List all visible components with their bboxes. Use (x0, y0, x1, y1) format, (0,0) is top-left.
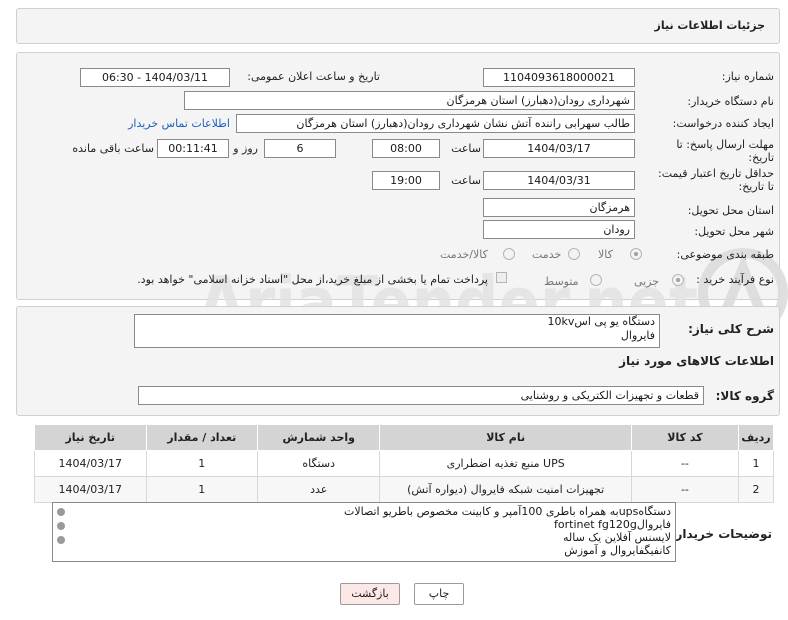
process-label: نوع فرآیند خرید : (696, 273, 774, 286)
buyer-notes-field[interactable]: دستگاهupsبه همراه باطری 100آمپر و کابینت… (52, 502, 676, 562)
cell-name: تجهیزات امنیت شبکه فایروال (دیواره آتش) (379, 476, 632, 503)
cell-date: 1404/03/17 (34, 476, 147, 503)
col-header-unit: واحد شمارش (256, 424, 381, 451)
buyer-notes-line: دستگاهupsبه همراه باطری 100آمپر و کابینت… (343, 505, 671, 518)
province-label: استان محل تحویل: (687, 204, 774, 217)
price-validity-label-line2: تا تاریخ: (738, 180, 774, 193)
items-table: تاریخ نیاز تعداد / مقدار واحد شمارش واحد… (34, 424, 775, 503)
category-option-service: خدمت (532, 248, 562, 261)
payment-checkbox[interactable] (496, 272, 507, 283)
cell-row: 2 (737, 476, 775, 503)
description-line: فایروال (620, 329, 655, 342)
deadline-days-label: روز و (233, 142, 258, 155)
need-number-label: شماره نیاز: (721, 70, 774, 83)
print-button[interactable]: چاپ (414, 583, 464, 605)
col-header-code: کد کالا (630, 424, 739, 451)
need-details-page: جزئیات اطلاعات نیاز AriaTender.net شماره… (0, 0, 788, 620)
remaining-time-field[interactable]: 00:11:41 (157, 139, 229, 158)
page-title: جزئیات اطلاعات نیاز (654, 19, 766, 32)
description-label: شرح کلی نیاز: (688, 322, 774, 336)
scroll-dot-icon (57, 508, 65, 516)
col-header-qty: تعداد / مقدار (145, 424, 258, 451)
deadline-time-label: ساعت (451, 142, 481, 155)
cell-qty: 1 (145, 476, 258, 503)
buyer-notes-line: لایسنس آفلاین یک ساله (562, 531, 671, 544)
announce-label: تاریخ و ساعت اعلان عمومی: (247, 70, 380, 83)
col-header-name: نام کالا (379, 424, 632, 451)
creator-field[interactable]: طالب سهرابی راننده آتش نشان شهرداری رودا… (236, 114, 635, 133)
category-radio-service[interactable] (568, 248, 580, 260)
scroll-dot-icon (57, 522, 65, 530)
deadline-time-field[interactable]: 08:00 (372, 139, 440, 158)
announce-field[interactable]: 1404/03/11 - 06:30 (80, 68, 230, 87)
price-validity-label-line1: حداقل تاریخ اعتبار قیمت: (658, 167, 774, 180)
deadline-label-line2: تاریخ: (748, 151, 774, 164)
deadline-label-line1: مهلت ارسال پاسخ: تا (676, 138, 774, 151)
cell-row: 1 (737, 450, 775, 477)
scroll-dot-icon (57, 536, 65, 544)
cell-unit: عدد (256, 476, 381, 503)
goods-group-label: گروه کالا: (715, 389, 774, 403)
buyer-notes-label: توضیحات خریدار: (670, 527, 772, 541)
creator-label: ایجاد کننده درخواست: (672, 117, 774, 130)
cell-unit: دستگاه (256, 450, 381, 477)
deadline-date-field[interactable]: 1404/03/17 (483, 139, 635, 158)
buyer-label: نام دستگاه خریدار: (687, 95, 774, 108)
category-option-goods-service: کالا/خدمت (440, 248, 488, 261)
table-row[interactable]: 1404/03/17 1 دستگاه منبع تغذیه اضطراری U… (34, 450, 775, 477)
process-option-medium: متوسط (544, 275, 579, 288)
need-number-field[interactable]: 1104093618000021 (483, 68, 635, 87)
category-option-goods: کالا (598, 248, 613, 261)
city-field[interactable]: رودان (483, 220, 635, 239)
buyer-field[interactable]: شهرداری رودان(دهبارز) استان هرمزگان (184, 91, 635, 110)
table-row[interactable]: 1404/03/17 1 عدد تجهیزات امنیت شبکه فایر… (34, 476, 775, 503)
notes-scrollbar[interactable] (54, 504, 68, 560)
cell-code: -- (630, 450, 739, 477)
table-header-row: تاریخ نیاز تعداد / مقدار واحد شمارش واحد… (34, 424, 775, 451)
price-validity-date-field[interactable]: 1404/03/31 (483, 171, 635, 190)
category-radio-goods[interactable] (630, 248, 642, 260)
page-header: جزئیات اطلاعات نیاز (16, 8, 780, 44)
city-label: شهر محل تحویل: (694, 225, 774, 238)
payment-note: پرداخت تمام یا بخشی از مبلغ خرید،از محل … (137, 273, 488, 286)
description-line: دستگاه یو پی اس10kv (547, 315, 655, 328)
province-field[interactable]: هرمزگان (483, 198, 635, 217)
cell-date: 1404/03/17 (34, 450, 147, 477)
goods-info-title: اطلاعات کالاهای مورد نیاز (619, 354, 774, 368)
buyer-notes-line: فایروالfortinet fg120g (554, 518, 671, 531)
remaining-time-label: ساعت باقی مانده (72, 142, 154, 155)
category-label: طبقه بندی موضوعی: (676, 248, 774, 261)
col-header-row: ردیف (737, 424, 775, 451)
cell-name: منبع تغذیه اضطراری UPS (379, 450, 632, 477)
price-validity-time-field[interactable]: 19:00 (372, 171, 440, 190)
process-radio-minor[interactable] (672, 274, 684, 286)
process-radio-medium[interactable] (590, 274, 602, 286)
buyer-notes-line: کانفیگفایروال و آموزش (564, 544, 671, 557)
description-field[interactable]: دستگاه یو پی اس10kv فایروال (134, 314, 660, 348)
process-option-minor: جزیی (634, 275, 660, 288)
cell-qty: 1 (145, 450, 258, 477)
deadline-days-field[interactable]: 6 (264, 139, 336, 158)
back-button[interactable]: بازگشت (340, 583, 400, 605)
goods-group-field[interactable]: قطعات و تجهیزات الکتریکی و روشنایی (138, 386, 704, 405)
category-radio-goods-service[interactable] (503, 248, 515, 260)
col-header-date: تاریخ نیاز (34, 424, 147, 451)
buyer-contact-link[interactable]: اطلاعات تماس خریدار (128, 117, 230, 130)
cell-code: -- (630, 476, 739, 503)
price-validity-time-label: ساعت (451, 174, 481, 187)
